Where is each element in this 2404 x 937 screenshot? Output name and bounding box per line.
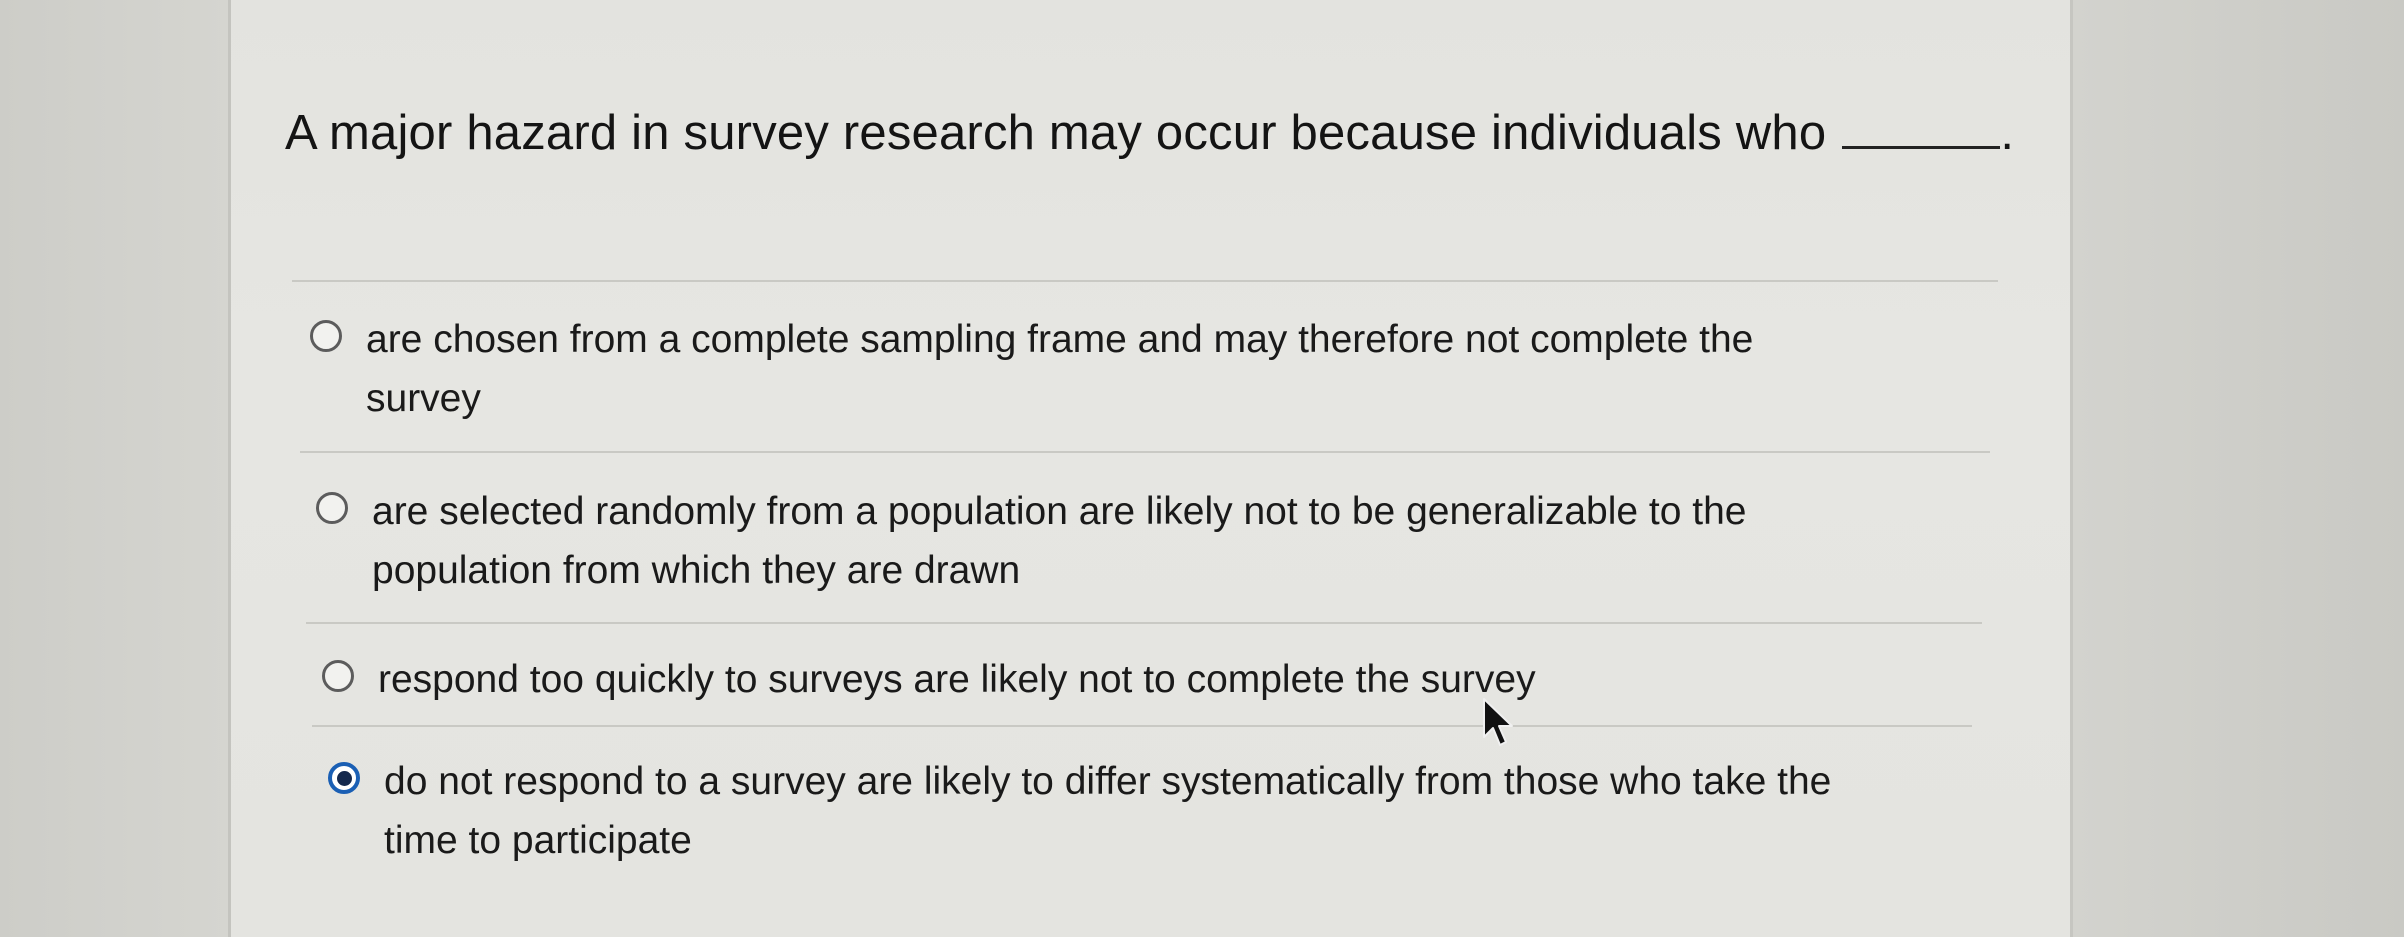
answer-option-2-line-1: are selected randomly from a population … (372, 490, 1747, 533)
answer-option-4-text: do not respond to a survey are likely to… (384, 752, 1831, 870)
left-margin (0, 0, 228, 937)
question-prompt: A major hazard in survey research may oc… (285, 100, 2014, 166)
answer-option-2-line-2: population from which they are drawn (372, 549, 1021, 592)
answer-option-1-text: are chosen from a complete sampling fram… (366, 310, 1753, 428)
radio-checked-icon[interactable] (328, 762, 360, 794)
answer-option-4-line-2: time to participate (384, 819, 692, 862)
option-divider-3 (312, 725, 1972, 727)
answer-option-3-line-1: respond too quickly to surveys are likel… (378, 658, 1536, 701)
answer-option-1-line-1: are chosen from a complete sampling fram… (366, 318, 1754, 361)
radio-unchecked-icon[interactable] (322, 660, 354, 692)
answer-option-4-line-1: do not respond to a survey are likely to… (384, 760, 1832, 803)
answer-option-3-text: respond too quickly to surveys are likel… (378, 650, 1536, 709)
option-divider-2 (306, 622, 1982, 624)
answer-option-3[interactable]: respond too quickly to surveys are likel… (322, 650, 1536, 709)
answer-option-1[interactable]: are chosen from a complete sampling fram… (310, 310, 1753, 428)
answer-option-2-text: are selected randomly from a population … (372, 482, 1746, 600)
question-end-punctuation: . (2000, 106, 2015, 160)
radio-unchecked-icon[interactable] (310, 320, 342, 352)
option-divider-1 (300, 451, 1990, 453)
radio-unchecked-icon[interactable] (316, 492, 348, 524)
screen: A major hazard in survey research may oc… (0, 0, 2404, 937)
answer-blank (1842, 110, 2001, 149)
answer-option-1-line-2: survey (366, 377, 481, 420)
question-text: A major hazard in survey research may oc… (285, 106, 1827, 160)
answer-option-2[interactable]: are selected randomly from a population … (316, 482, 1746, 600)
answer-option-4[interactable]: do not respond to a survey are likely to… (328, 752, 1831, 870)
question-divider (292, 280, 1998, 282)
right-margin (2073, 0, 2404, 937)
mouse-pointer-icon (1483, 698, 1513, 746)
